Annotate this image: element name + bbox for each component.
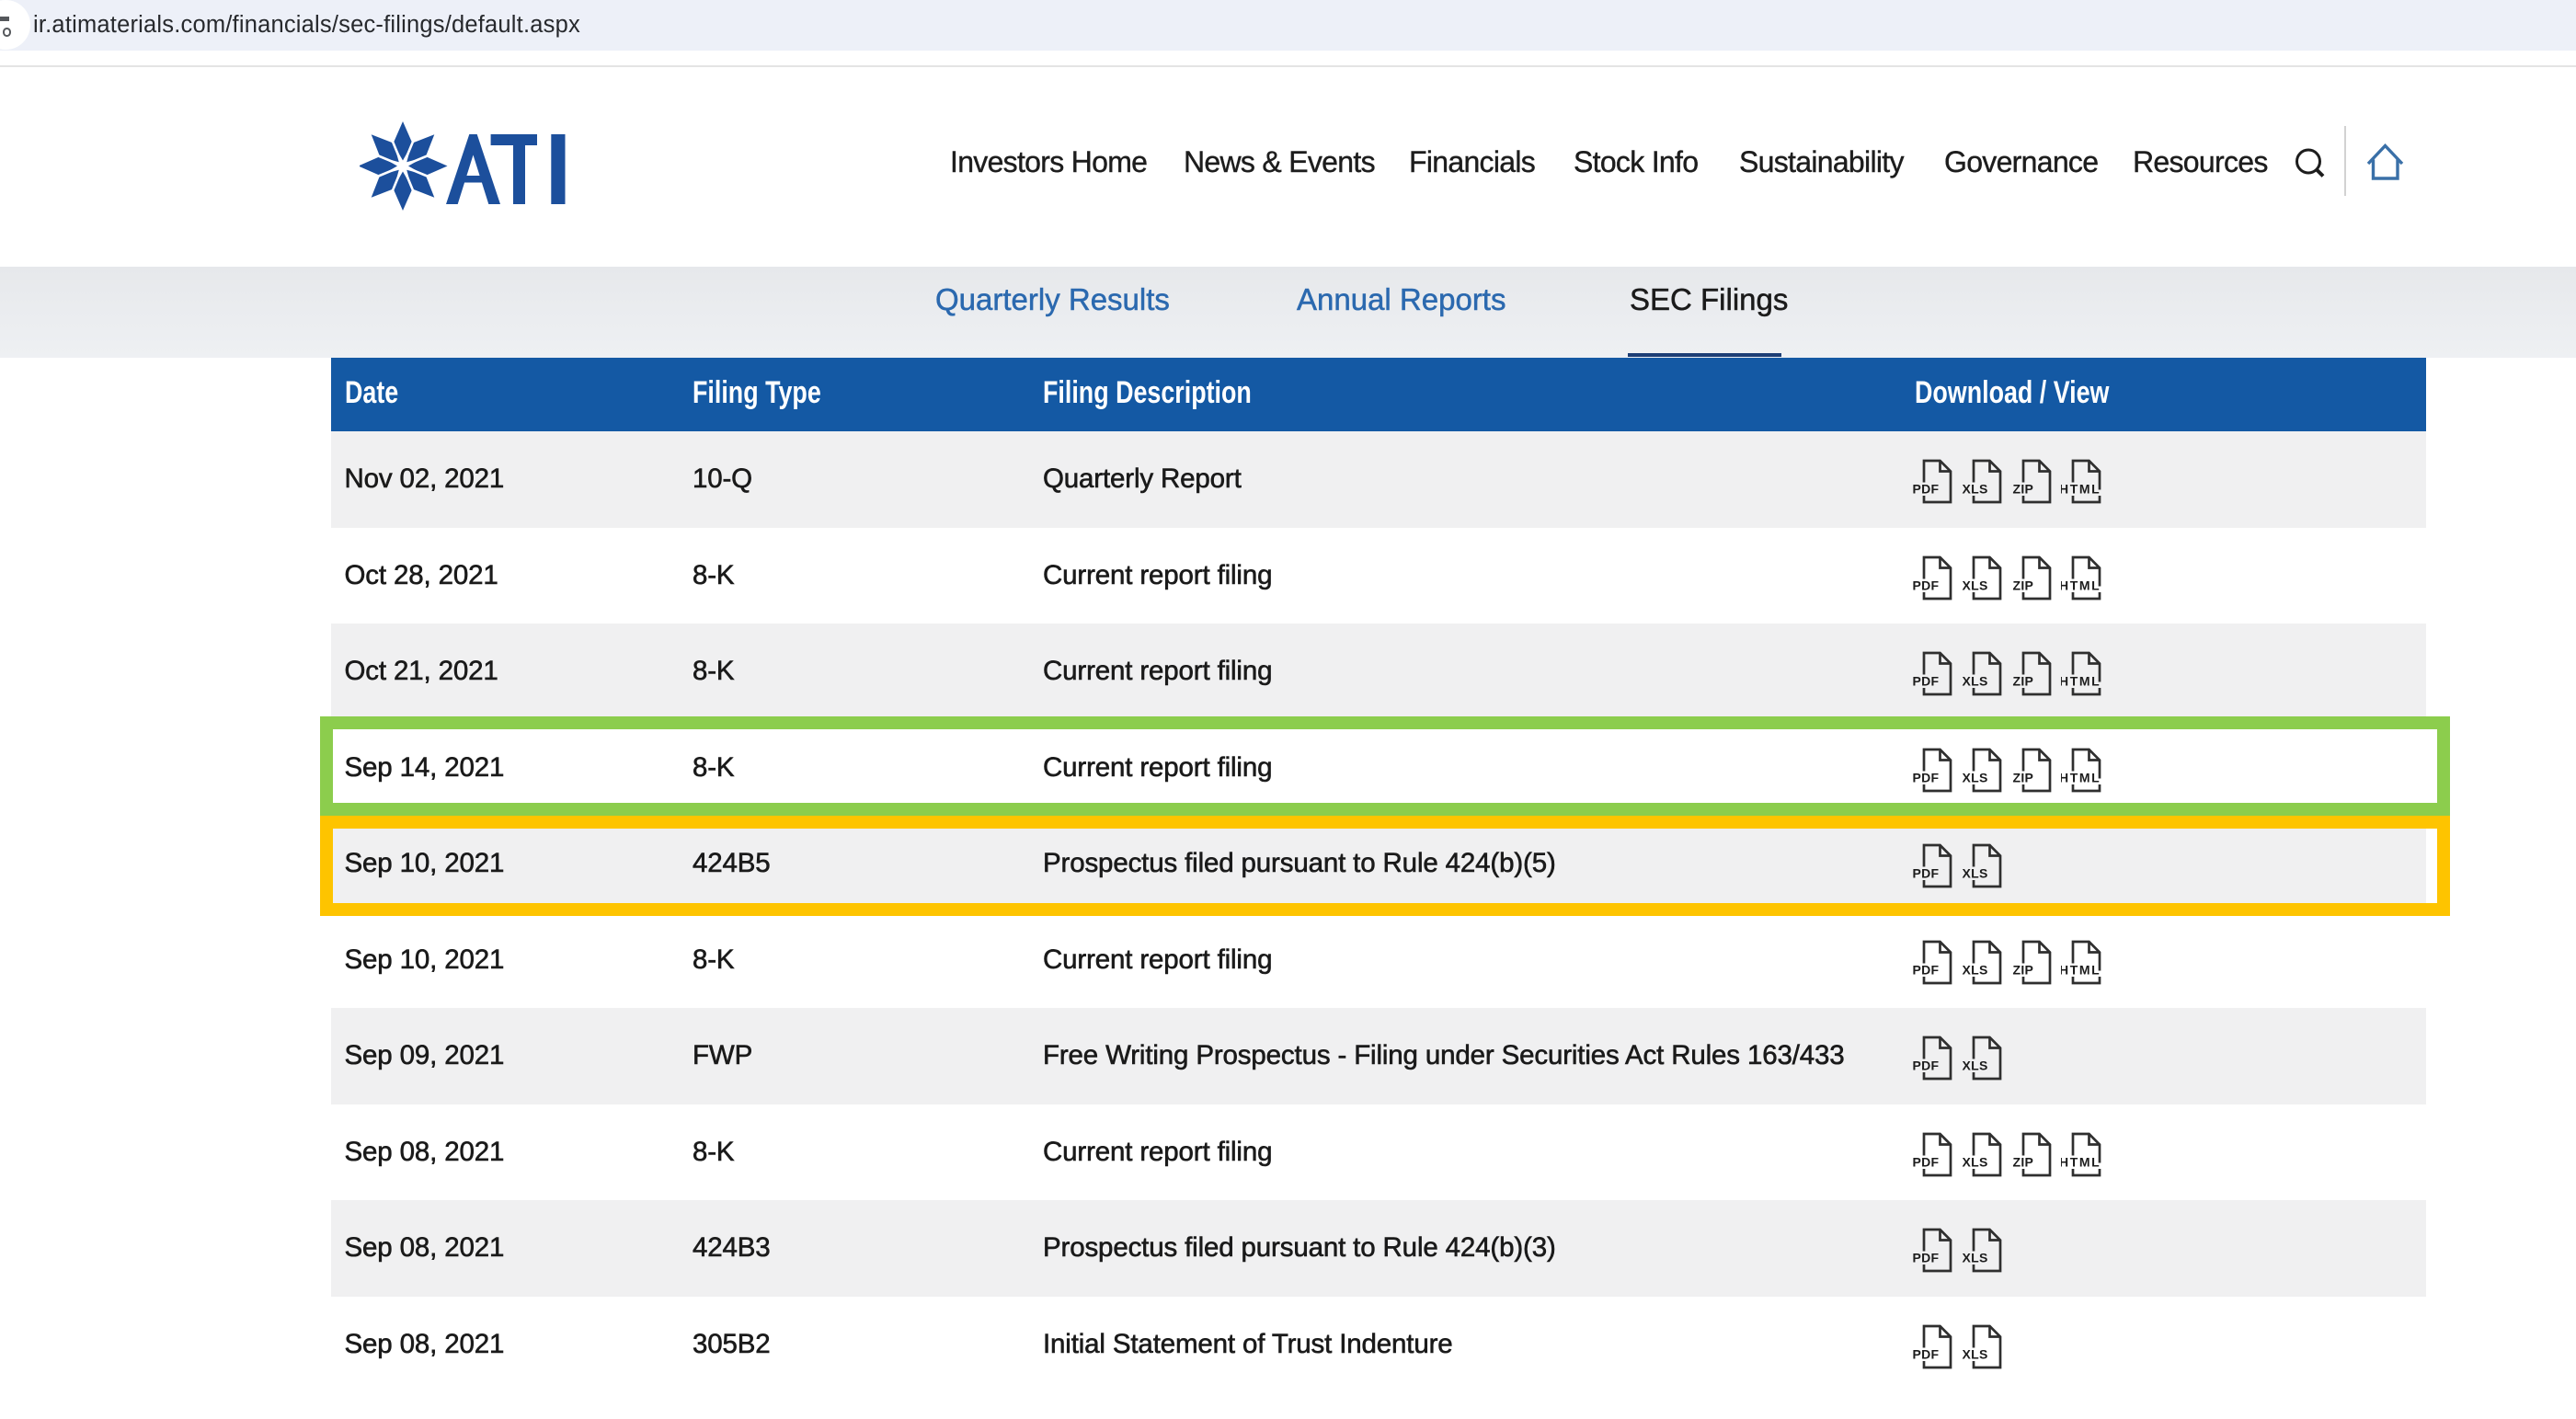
svg-text:ZIP: ZIP (2013, 674, 2034, 689)
svg-text:XLS: XLS (1963, 962, 1988, 977)
svg-text:XLS: XLS (1963, 482, 1988, 497)
svg-text:PDF: PDF (1913, 1251, 1940, 1265)
svg-text:PDF: PDF (1913, 1059, 1940, 1073)
svg-text:XLS: XLS (1963, 1059, 1988, 1073)
svg-text:ZIP: ZIP (2013, 1154, 2034, 1169)
svg-text:HTML: HTML (2061, 578, 2101, 592)
svg-text:XLS: XLS (1963, 1154, 1988, 1169)
svg-text:XLS: XLS (1963, 1251, 1988, 1265)
svg-text:PDF: PDF (1913, 578, 1940, 592)
svg-text:HTML: HTML (2061, 674, 2101, 689)
svg-text:HTML: HTML (2061, 482, 2101, 497)
svg-text:XLS: XLS (1963, 578, 1988, 592)
svg-text:PDF: PDF (1913, 962, 1940, 977)
svg-text:PDF: PDF (1913, 1154, 1940, 1169)
svg-text:XLS: XLS (1963, 1346, 1988, 1361)
svg-text:HTML: HTML (2061, 962, 2101, 977)
svg-text:ZIP: ZIP (2013, 962, 2034, 977)
svg-text:ZIP: ZIP (2013, 482, 2034, 497)
svg-text:PDF: PDF (1913, 674, 1940, 689)
svg-text:PDF: PDF (1913, 1346, 1940, 1361)
svg-text:ZIP: ZIP (2013, 578, 2034, 592)
svg-text:PDF: PDF (1913, 482, 1940, 497)
svg-text:HTML: HTML (2061, 1154, 2101, 1169)
svg-text:XLS: XLS (1963, 674, 1988, 689)
